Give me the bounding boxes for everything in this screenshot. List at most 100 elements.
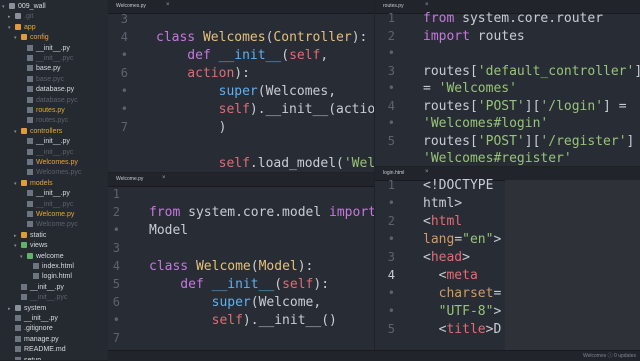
code-line[interactable]: <!DOCTYPE	[423, 178, 493, 193]
tree-item[interactable]: __init__.pyc	[0, 148, 73, 158]
code-line[interactable]: self).__init__(action	[156, 102, 374, 117]
tree-item[interactable]: __init__.py	[0, 283, 64, 293]
close-icon[interactable]: ×	[425, 2, 429, 8]
code-token: 'Welc	[343, 156, 374, 171]
code-line[interactable]: <title>D	[423, 322, 502, 337]
code-line[interactable]: charset=	[423, 286, 502, 301]
tree-item[interactable]: .gitignore	[0, 324, 53, 334]
tree-item[interactable]: database.pyc	[0, 96, 78, 106]
code-line[interactable]: super(Welcomes,	[156, 84, 336, 99]
code-line[interactable]: 'Welcomes#login'	[423, 116, 548, 131]
editor-pane-welcomes-py[interactable]: Welcomes.py × 3 4 • 6 • • 7 class Welcomes(Cont…	[108, 0, 374, 172]
code-token: <	[423, 250, 431, 265]
tab-welcomes-py[interactable]: Welcomes.py ×	[108, 0, 374, 14]
code-token: routes[	[423, 133, 478, 149]
tree-item[interactable]: __init__.py	[0, 44, 70, 54]
tree-item[interactable]: base.py	[0, 64, 61, 74]
tree-item[interactable]: ▸ .git	[0, 12, 33, 22]
code-line[interactable]: self).__init__()	[149, 313, 337, 328]
tree-item[interactable]: Welcomes.pyc	[0, 168, 81, 178]
tree-item[interactable]: __init__.pyc	[0, 54, 73, 64]
tree-item[interactable]: ▾ views	[0, 241, 48, 251]
code-line[interactable]: action):	[156, 66, 250, 81]
file-icon	[27, 148, 33, 155]
code-token: routes[	[423, 63, 478, 79]
code-line[interactable]: super(Welcome,	[149, 295, 322, 310]
tree-item[interactable]: setup	[0, 356, 41, 360]
file-icon	[27, 86, 33, 93]
tree-item[interactable]: __init__.py	[0, 314, 58, 324]
tree-item[interactable]: ▸ system	[0, 304, 46, 314]
tab-login-html[interactable]: login.html ×	[375, 167, 640, 181]
file-icon	[27, 55, 33, 61]
line-number: 1	[387, 11, 395, 25]
tree-item[interactable]: login.html	[0, 272, 72, 282]
tree-item[interactable]: routes.py	[0, 106, 65, 116]
code-token: ]	[634, 64, 640, 79]
code-token: ] =	[603, 98, 627, 114]
close-icon[interactable]: ×	[162, 175, 166, 181]
code-token: (	[281, 48, 290, 63]
code-line[interactable]: class Welcome(Model):	[149, 259, 313, 274]
tree-item[interactable]: ▾ app	[0, 23, 36, 33]
code-line[interactable]: def __init__(self,	[156, 48, 328, 63]
tab-welcome-py[interactable]: Welcome.py ×	[108, 173, 374, 187]
code-token: super	[156, 84, 258, 99]
line-number: 1	[112, 187, 120, 201]
code-line[interactable]: routes['default_controller']	[423, 64, 640, 79]
code-token: super	[149, 295, 251, 310]
code-token: ).__init__(action	[249, 102, 374, 117]
code-token: ,	[320, 48, 329, 63]
tree-item[interactable]: Welcome.py	[0, 210, 74, 220]
tree-item[interactable]: Welcome.pyc	[0, 220, 78, 230]
tree-item-label: static	[30, 231, 47, 239]
tree-item[interactable]: Welcomes.py	[0, 158, 78, 168]
tree-item[interactable]: base.pyc	[0, 75, 64, 85]
code-line[interactable]: from system.core.model import	[149, 205, 374, 220]
tree-item[interactable]: index.html	[0, 262, 74, 272]
tree-item-label: routes.py	[36, 107, 65, 114]
tree-item[interactable]: routes.pyc	[0, 116, 68, 126]
tab-label: login.html	[383, 170, 405, 176]
code-line[interactable]: 'Welcomes#register'	[423, 151, 572, 166]
code-token: ):	[234, 66, 250, 81]
editor-pane-routes-py[interactable]: routes.py × 1 2 • 3 • 4 • 5 from system.core.rou…	[375, 0, 640, 166]
tree-item[interactable]: README.md	[0, 345, 66, 355]
code-line[interactable]: )	[156, 120, 227, 135]
tree-item[interactable]: ▾ welcome	[0, 252, 64, 262]
tree-item[interactable]: ▸ static	[0, 231, 46, 241]
tree-item[interactable]: ▾ models	[0, 179, 53, 189]
code-line[interactable]: routes['POST']['/register'] =	[423, 134, 640, 149]
code-line[interactable]: <html	[423, 214, 462, 229]
tree-item[interactable]: __init__.pyc	[0, 293, 67, 303]
code-line[interactable]: from system.core.router	[423, 11, 603, 26]
file-icon	[27, 190, 33, 197]
tree-item[interactable]: ▾ config	[0, 33, 49, 43]
close-icon[interactable]: ×	[425, 169, 429, 175]
code-line[interactable]: lang="en">	[423, 232, 501, 247]
code-line[interactable]: self.load_model('Welc	[156, 156, 374, 171]
line-number: 1	[387, 178, 395, 192]
code-line[interactable]: routes['POST']['/login'] =	[423, 99, 627, 114]
code-line[interactable]: html>	[423, 196, 462, 211]
code-line[interactable]: "UTF-8">	[423, 304, 502, 319]
tree-item[interactable]: manage.py	[0, 335, 59, 345]
tree-item[interactable]: __init__.pyc	[0, 200, 73, 210]
tree-item[interactable]: __init__.py	[0, 189, 70, 199]
code-line[interactable]: Model	[149, 223, 188, 238]
code-line[interactable]: <meta	[423, 268, 478, 283]
tree-item[interactable]: __init__.py	[0, 137, 70, 147]
close-icon[interactable]: ×	[166, 2, 170, 8]
code-line[interactable]: import routes	[423, 29, 525, 44]
editor-pane-login-html[interactable]: login.html × 1 • 2 • 3 4 • • 5 <!DOCTYPE html> <htm…	[375, 167, 640, 350]
code-line[interactable]: <head>	[423, 250, 470, 265]
tree-item-label: system	[24, 304, 47, 312]
tree-item[interactable]: database.py	[0, 85, 74, 95]
code-line[interactable]: class Welcomes(Controller):	[156, 30, 367, 45]
code-line[interactable]: = 'Welcomes'	[423, 81, 517, 96]
code-line[interactable]: def __init__(self):	[149, 277, 329, 292]
editor-pane-welcome-py[interactable]: Welcome.py × 1 2 • 3 4 5 6 • 7 from system.core.m…	[108, 173, 374, 350]
line-number: 2	[387, 28, 395, 43]
tree-item[interactable]: ▾ 009_wall	[0, 2, 46, 12]
tree-item[interactable]: ▾ controllers	[0, 127, 62, 137]
